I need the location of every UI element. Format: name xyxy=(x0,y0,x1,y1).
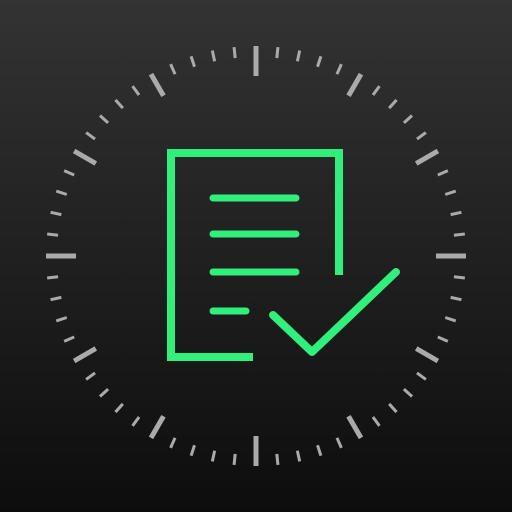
icon-background xyxy=(0,0,512,512)
dial-minute-tick xyxy=(46,275,59,280)
dial-minute-tick xyxy=(275,453,280,466)
dial-minute-tick xyxy=(232,46,237,59)
dial-minute-tick xyxy=(232,453,237,466)
app-icon-graphic xyxy=(0,0,512,512)
dial-minute-tick xyxy=(275,46,280,59)
app-icon xyxy=(0,0,512,512)
dial-minute-tick xyxy=(46,232,59,237)
dial-minute-tick xyxy=(453,275,466,280)
dial-minute-tick xyxy=(453,232,466,237)
